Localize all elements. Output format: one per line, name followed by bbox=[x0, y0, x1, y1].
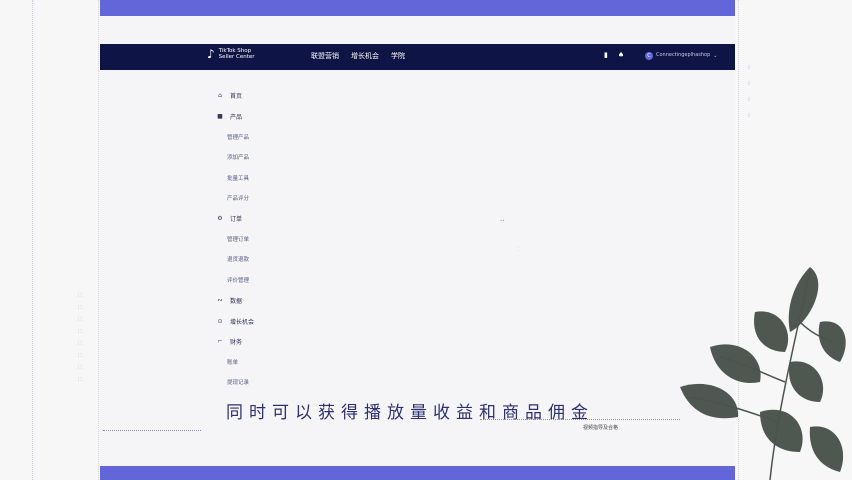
account-name: Connectingeplhashop bbox=[656, 52, 711, 58]
caption-footnote: 视频指导及合格 bbox=[583, 425, 619, 431]
left-frame-rule bbox=[98, 0, 99, 480]
sidebar-subitem[interactable]: 评价管理 bbox=[227, 276, 249, 284]
nav-growth[interactable]: 增长机会 bbox=[351, 52, 379, 61]
home-icon: ⌂ bbox=[218, 92, 222, 99]
sidebar-item-orders[interactable]: ⚙ 订单 bbox=[216, 214, 242, 223]
tiktok-note-icon: ♪ bbox=[207, 47, 215, 61]
document-icon[interactable]: ▮ bbox=[604, 51, 608, 60]
sidebar-item-finance[interactable]: ⌐ 财务 bbox=[216, 337, 242, 346]
sidebar-item-label: 数据 bbox=[230, 298, 243, 305]
sidebar-subitem[interactable]: 账单 bbox=[227, 358, 238, 366]
bell-icon[interactable]: ♠ bbox=[618, 51, 624, 60]
left-dotted-rule bbox=[32, 0, 33, 480]
avatar: C bbox=[645, 51, 653, 60]
top-accent-band bbox=[100, 0, 735, 16]
order-icon: ⚙ bbox=[217, 215, 223, 222]
sidebar-item-label: 首页 bbox=[230, 93, 243, 100]
sidebar-subitem[interactable]: 提现记录 bbox=[227, 378, 249, 386]
chevron-down-icon: ⌄ bbox=[713, 52, 718, 59]
sidebar-subitem[interactable]: 产品评分 bbox=[227, 194, 249, 202]
cursor-dot: •• bbox=[500, 218, 505, 223]
left-margin-marks: ∷ ∷ ∷ ∷ ∷ ∷ ∷ ∷ bbox=[78, 292, 83, 383]
nav-academy[interactable]: 学院 bbox=[391, 52, 405, 61]
sidebar-item-label: 财务 bbox=[230, 339, 243, 346]
brand-line2: Seller Center bbox=[218, 54, 255, 60]
sidebar-item-data[interactable]: ∾ 数据 bbox=[216, 296, 242, 305]
bottom-accent-band bbox=[100, 466, 735, 480]
sidebar-subitem[interactable]: 管理产品 bbox=[227, 133, 249, 141]
account-menu[interactable]: C Connectingeplhashop ⌄ bbox=[645, 51, 718, 60]
caption-underline-right bbox=[480, 419, 680, 420]
sidebar-item-growth[interactable]: ⊙ 增长机会 bbox=[216, 317, 254, 326]
sidebar-item-label: 增长机会 bbox=[230, 319, 255, 326]
analytics-icon: ∾ bbox=[217, 297, 223, 304]
sidebar-subitem[interactable]: 退货退款 bbox=[227, 255, 249, 263]
sidebar-item-products[interactable]: ■ 产品 bbox=[216, 112, 242, 121]
sidebar-item-label: 订单 bbox=[230, 216, 243, 223]
plant-leaves-decoration bbox=[680, 267, 846, 480]
nav-affiliate[interactable]: 联盟营销 bbox=[311, 52, 339, 61]
sidebar-item-label: 产品 bbox=[230, 114, 243, 121]
growth-icon: ⊙ bbox=[217, 318, 223, 325]
right-margin-marks: ⁞ ⁞ ⁞ ⁞ bbox=[748, 64, 750, 119]
caption-underline-left bbox=[103, 430, 201, 431]
logo-text: TikTok Shop Seller Center bbox=[219, 48, 255, 60]
left-paper-edge bbox=[0, 0, 100, 480]
top-nav: 联盟营销 增长机会 学院 bbox=[311, 52, 405, 61]
tiktok-shop-logo[interactable]: ♪ TikTok Shop Seller Center bbox=[207, 48, 255, 60]
sidebar-subitem[interactable]: 添加产品 bbox=[227, 153, 249, 161]
finance-icon: ⌐ bbox=[217, 338, 223, 345]
header-icons: ▮ ♠ bbox=[604, 51, 624, 60]
sidebar-item-home[interactable]: ⌂ 首页 bbox=[216, 91, 242, 100]
cursor-dot: ⁚ bbox=[518, 247, 520, 252]
sidebar-subitem[interactable]: 批量工具 bbox=[227, 174, 249, 182]
sidebar-subitem[interactable]: 管理订单 bbox=[227, 235, 249, 243]
top-nav-bar: ♪ TikTok Shop Seller Center 联盟营销 增长机会 学院… bbox=[100, 44, 735, 70]
product-icon: ■ bbox=[217, 113, 223, 120]
